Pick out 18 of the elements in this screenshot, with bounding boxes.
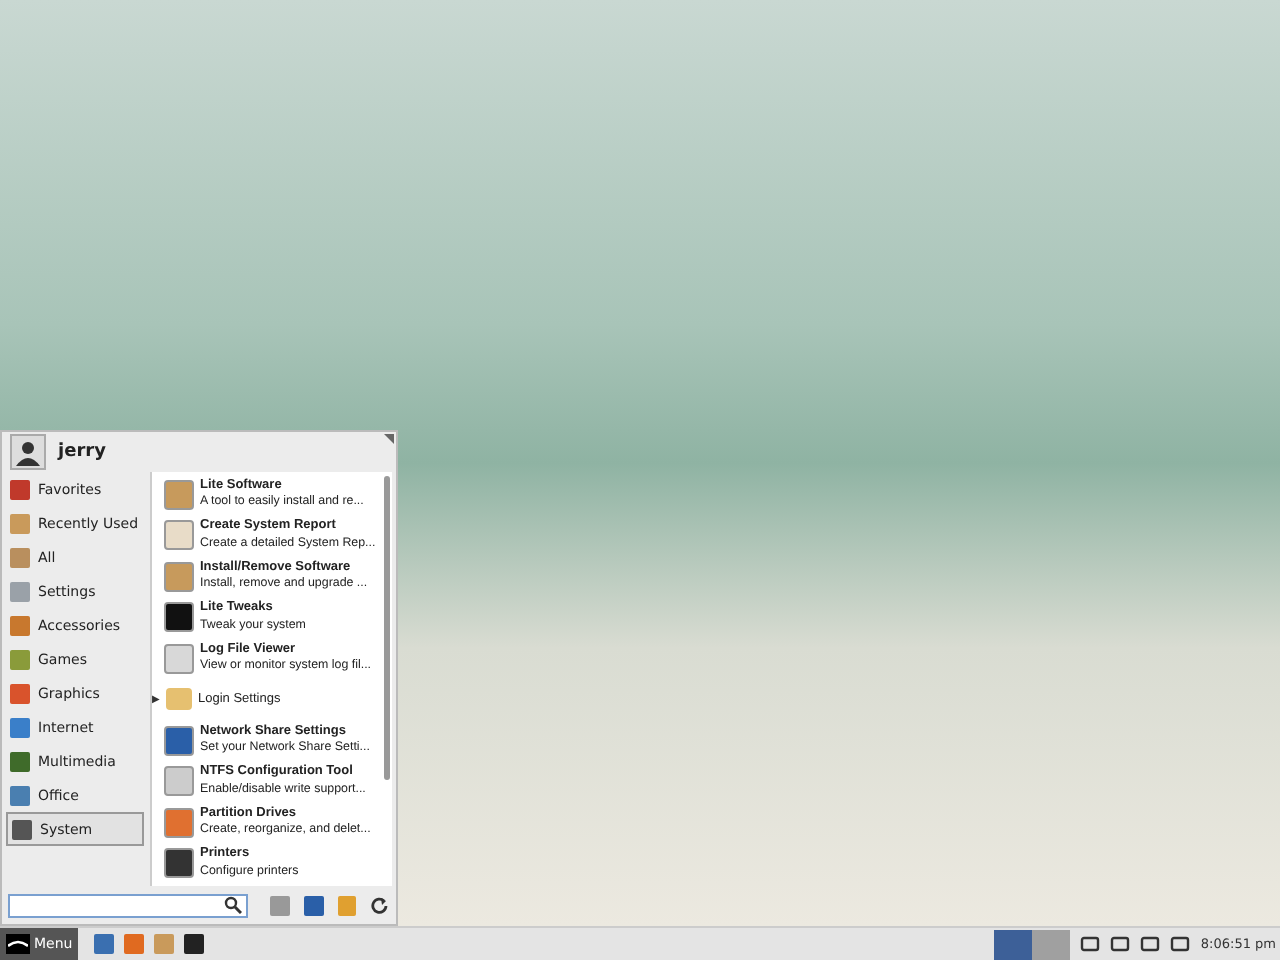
search-field[interactable] [8, 893, 249, 917]
scrollbar-thumb[interactable] [384, 476, 390, 780]
app-icon [164, 561, 194, 592]
workspace-button[interactable] [994, 929, 1033, 959]
app-icon [164, 725, 194, 756]
app-icon [164, 807, 194, 838]
app-icon [164, 643, 194, 674]
app-icon [164, 602, 194, 633]
user-avatar-icon [10, 434, 46, 470]
logout-icon[interactable] [370, 895, 390, 915]
resize-corner-icon[interactable] [384, 434, 394, 444]
feather-logo-icon [6, 934, 30, 954]
app-icon [164, 766, 194, 797]
app-icon [164, 479, 194, 510]
app-icon [164, 520, 194, 551]
user-name: jerry [58, 442, 106, 462]
app-icon [164, 848, 194, 879]
search-icon [224, 896, 243, 914]
